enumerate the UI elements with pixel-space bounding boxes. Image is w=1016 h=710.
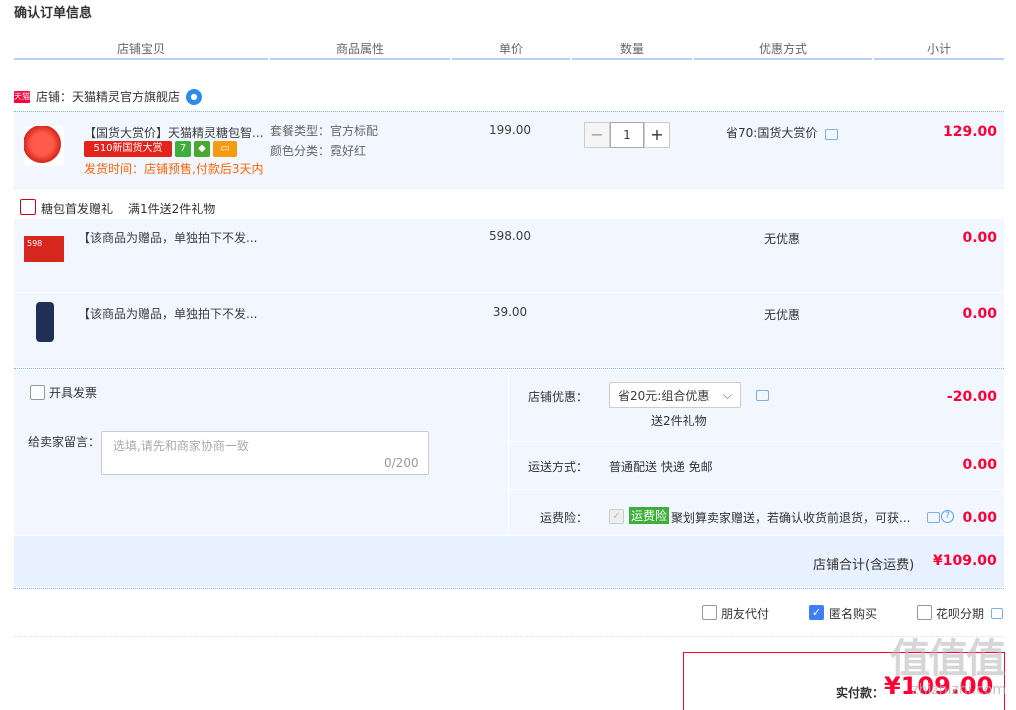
gift-icon [20,199,36,215]
insurance-tag: 运费险 [629,507,670,524]
qty-decrease-button[interactable]: − [584,122,610,148]
col-header-unit-price: 单价 [498,42,523,56]
shop-discount-amount: -20.00 [946,389,997,405]
watermark-url: zhizhizhi.com [911,682,1006,698]
col-header-quantity: 数量 [619,42,644,56]
shop-total-amount: ¥109.00 [933,553,997,569]
shop-name[interactable]: 店铺：天猫精灵官方旗舰店 [36,88,180,105]
promo-510-badge: 510新国货大赏 [84,141,172,157]
gift-discount: 无优惠 [764,308,801,322]
anonymous-checkbox[interactable]: ✓ [809,605,824,620]
page-title: 确认订单信息 [14,6,93,21]
delivery-value: 普通配送 快递 免邮 [609,460,713,474]
col-underline [270,58,450,60]
message-label: 给卖家留言： [28,435,101,449]
friend-pay-checkbox[interactable] [702,605,717,620]
divider [14,588,1004,589]
huabei-label: 花呗分期 [936,607,985,621]
gift-name[interactable]: 【该商品为赠品，单独拍下不发... [78,229,257,246]
gift-subtotal: 0.00 [962,306,997,322]
col-header-shop-item: 店铺宝贝 [116,42,165,56]
shop-discount-sub: 送2件礼物 [651,414,707,428]
qty-increase-button[interactable]: + [644,122,670,148]
message-counter: 0/200 [384,456,419,470]
col-underline [694,58,872,60]
attr-color: 颜色分类：霓好红 [270,144,367,158]
delivery-amount: 0.00 [962,457,997,473]
product-name[interactable]: 【国货大赏价】天猫精灵糖包智... [84,124,263,141]
chevron-down-icon: ⌵ [722,387,732,402]
gift-thumbnail[interactable]: 598 [24,236,64,262]
pay-label: 实付款： [836,686,885,700]
shop-discount-panel [509,369,1004,441]
credit-card-icon: ▭ [213,141,237,157]
col-underline [452,58,570,60]
shipping-note: 发货时间：店铺预售,付款后3天内 [84,162,264,176]
gift-rule: 满1件送2件礼物 [128,202,216,216]
tmall-icon: 天猫 [14,90,30,103]
quantity-stepper: − 1 + [584,122,670,148]
huabei-checkbox[interactable] [917,605,932,620]
insurance-amount: 0.00 [962,510,997,526]
message-icon[interactable] [991,608,1003,619]
product-thumbnail[interactable] [24,126,64,166]
seven-day-return-badge: 7 [175,141,191,157]
message-icon[interactable] [756,390,769,401]
shop-discount-label: 店铺优惠： [527,390,588,404]
item-subtotal: 129.00 [942,124,997,140]
delivery-label: 运送方式： [527,460,588,474]
shop-discount-selected: 省20元:组合优惠 [618,388,710,403]
shop-row: 天猫 店铺：天猫精灵官方旗舰店 ● [14,88,203,105]
divider [14,188,1004,189]
col-underline [572,58,692,60]
col-header-attributes: 商品属性 [335,42,384,56]
gift-price: 39.00 [492,305,528,319]
col-header-discount: 优惠方式 [758,42,807,56]
invoice-label: 开具发票 [49,386,98,400]
invoice-checkbox[interactable] [30,385,45,400]
unit-price: 199.00 [489,123,531,137]
divider [14,636,1004,637]
watermark-logo: 值值值 [890,636,1006,682]
gift-discount: 无优惠 [764,232,801,246]
item-discount: 省70:国货大赏价 [726,126,818,140]
col-header-subtotal: 小计 [926,42,951,56]
wangwang-chat-icon[interactable]: ● [186,88,203,105]
shop-discount-select[interactable]: 省20元:组合优惠 ⌵ [609,382,741,408]
gift-subtotal: 0.00 [962,230,997,246]
col-underline [874,58,1004,60]
insurance-label: 运费险： [539,511,588,525]
attr-package-type: 套餐类型：官方标配 [270,124,379,138]
gift-name[interactable]: 【该商品为赠品，单独拍下不发... [78,305,257,322]
qty-input[interactable]: 1 [610,122,644,148]
gift-thumbnail[interactable] [36,302,54,342]
insurance-checkbox: ✓ [609,509,624,524]
gift-price: 598.00 [489,229,531,243]
shop-total-label: 店铺合计(含运费) [813,558,915,573]
message-icon[interactable] [825,129,838,140]
guarantee-icon: ◆ [194,141,210,157]
insurance-text: 聚划算卖家赠送，若确认收货前退货，可获... [671,511,911,525]
friend-pay-label: 朋友代付 [721,607,770,621]
gift-title: 糖包首发赠礼 [41,202,114,216]
message-placeholder: 选填,请先和商家协商一致 [113,439,249,453]
product-badges: 510新国货大赏 7 ◆ ▭ [84,141,237,157]
anonymous-label: 匿名购买 [829,607,878,621]
col-underline [14,58,268,60]
